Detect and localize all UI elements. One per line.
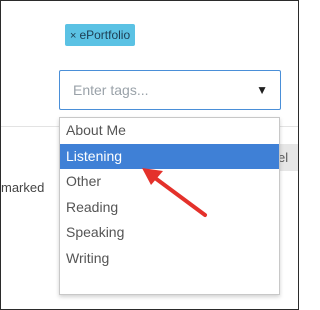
option-other[interactable]: Other <box>60 169 279 195</box>
remove-tag-icon[interactable]: × <box>70 30 76 42</box>
tags-dropdown-menu: About Me Listening Other Reading Speakin… <box>59 117 280 295</box>
option-writing[interactable]: Writing <box>60 246 279 272</box>
tags-input-placeholder[interactable]: Enter tags... <box>73 82 148 98</box>
option-listening[interactable]: Listening <box>60 143 279 170</box>
caret-down-icon[interactable]: ▼ <box>256 83 268 97</box>
background-text-left: marked <box>1 180 45 195</box>
tag-label: ePortfolio <box>79 28 131 42</box>
option-about-me[interactable]: About Me <box>60 118 279 144</box>
option-reading[interactable]: Reading <box>60 195 279 221</box>
tags-select[interactable]: Enter tags... ▼ <box>59 70 281 110</box>
eportfolio-tag[interactable]: × ePortfolio <box>65 24 136 46</box>
option-speaking[interactable]: Speaking <box>60 220 279 246</box>
screenshot-frame: × ePortfolio Enter tags... ▼ marked el Ab… <box>0 0 299 310</box>
